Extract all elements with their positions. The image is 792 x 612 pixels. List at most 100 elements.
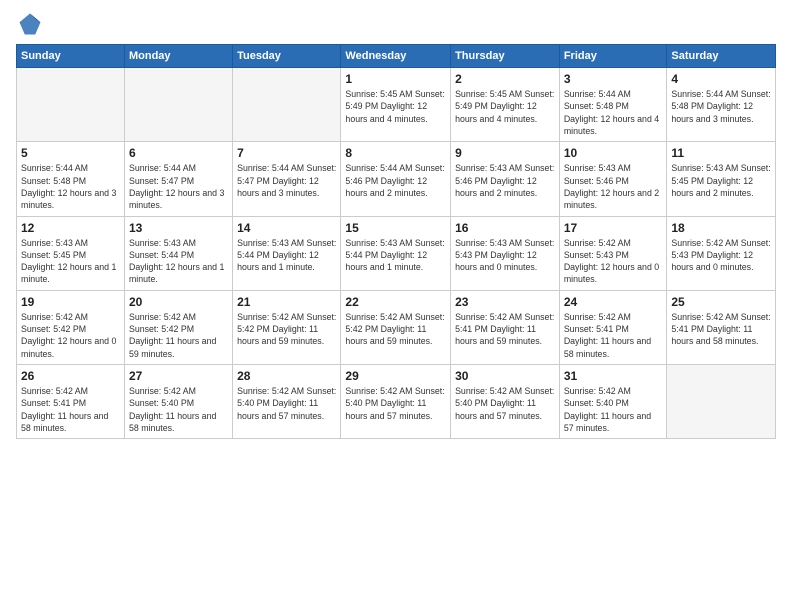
day-info: Sunrise: 5:42 AM Sunset: 5:41 PM Dayligh… (455, 311, 555, 348)
calendar-cell: 21Sunrise: 5:42 AM Sunset: 5:42 PM Dayli… (233, 290, 341, 364)
day-number: 10 (564, 146, 663, 160)
day-number: 8 (345, 146, 446, 160)
day-number: 31 (564, 369, 663, 383)
day-info: Sunrise: 5:43 AM Sunset: 5:45 PM Dayligh… (21, 237, 120, 286)
day-info: Sunrise: 5:42 AM Sunset: 5:42 PM Dayligh… (21, 311, 120, 360)
day-info: Sunrise: 5:42 AM Sunset: 5:40 PM Dayligh… (345, 385, 446, 422)
calendar-cell: 19 Sunrise: 5:42 AM Sunset: 5:42 PM Dayli… (17, 290, 125, 364)
day-info: Sunrise: 5:44 AM Sunset: 5:48 PM Dayligh… (21, 162, 120, 211)
calendar-cell: 13 Sunrise: 5:43 AM Sunset: 5:44 PM Dayli… (124, 216, 232, 290)
day-info: Sunrise: 5:45 AM Sunset: 5:49 PM Dayligh… (345, 88, 446, 125)
day-number: 15 (345, 221, 446, 235)
day-number: 13 (129, 221, 228, 235)
day-info: Sunrise: 5:42 AM Sunset: 5:40 PM Dayligh… (455, 385, 555, 422)
day-number: 29 (345, 369, 446, 383)
calendar-cell: 26Sunrise: 5:42 AM Sunset: 5:41 PM Dayli… (17, 365, 125, 439)
calendar-cell: 16 Sunrise: 5:43 AM Sunset: 5:43 PM Dayli… (451, 216, 560, 290)
day-number: 2 (455, 72, 555, 86)
day-info: Sunrise: 5:42 AM Sunset: 5:43 PM Dayligh… (564, 237, 663, 286)
calendar-table: SundayMondayTuesdayWednesdayThursdayFrid… (16, 44, 776, 439)
week-row-4: 19 Sunrise: 5:42 AM Sunset: 5:42 PM Dayli… (17, 290, 776, 364)
day-info: Sunrise: 5:42 AM Sunset: 5:42 PM Dayligh… (345, 311, 446, 348)
week-row-1: 1Sunrise: 5:45 AM Sunset: 5:49 PM Daylig… (17, 68, 776, 142)
day-number: 24 (564, 295, 663, 309)
day-number: 25 (671, 295, 771, 309)
day-info: Sunrise: 5:44 AM Sunset: 5:47 PM Dayligh… (129, 162, 228, 211)
logo-icon (16, 10, 44, 38)
day-info: Sunrise: 5:42 AM Sunset: 5:40 PM Dayligh… (237, 385, 336, 422)
day-info: Sunrise: 5:42 AM Sunset: 5:41 PM Dayligh… (671, 311, 771, 348)
day-info: Sunrise: 5:44 AM Sunset: 5:48 PM Dayligh… (671, 88, 771, 125)
calendar-cell: 9 Sunrise: 5:43 AM Sunset: 5:46 PM Daylig… (451, 142, 560, 216)
calendar-cell: 8 Sunrise: 5:44 AM Sunset: 5:46 PM Daylig… (341, 142, 451, 216)
day-info: Sunrise: 5:44 AM Sunset: 5:46 PM Dayligh… (345, 162, 446, 199)
calendar-cell (667, 365, 776, 439)
calendar-cell: 11 Sunrise: 5:43 AM Sunset: 5:45 PM Dayli… (667, 142, 776, 216)
day-number: 14 (237, 221, 336, 235)
calendar-cell: 5 Sunrise: 5:44 AM Sunset: 5:48 PM Daylig… (17, 142, 125, 216)
calendar-cell: 29 Sunrise: 5:42 AM Sunset: 5:40 PM Dayli… (341, 365, 451, 439)
day-info: Sunrise: 5:42 AM Sunset: 5:43 PM Dayligh… (671, 237, 771, 274)
calendar-cell: 22 Sunrise: 5:42 AM Sunset: 5:42 PM Dayli… (341, 290, 451, 364)
calendar-cell: 25 Sunrise: 5:42 AM Sunset: 5:41 PM Dayli… (667, 290, 776, 364)
day-number: 17 (564, 221, 663, 235)
calendar-cell: 28Sunrise: 5:42 AM Sunset: 5:40 PM Dayli… (233, 365, 341, 439)
day-number: 19 (21, 295, 120, 309)
calendar-cell (124, 68, 232, 142)
day-number: 27 (129, 369, 228, 383)
day-info: Sunrise: 5:42 AM Sunset: 5:42 PM Dayligh… (129, 311, 228, 360)
day-info: Sunrise: 5:43 AM Sunset: 5:46 PM Dayligh… (564, 162, 663, 211)
day-number: 22 (345, 295, 446, 309)
day-number: 7 (237, 146, 336, 160)
day-number: 20 (129, 295, 228, 309)
day-number: 12 (21, 221, 120, 235)
header-day-friday: Friday (559, 45, 667, 68)
header-day-wednesday: Wednesday (341, 45, 451, 68)
day-number: 16 (455, 221, 555, 235)
header (16, 10, 776, 38)
header-day-saturday: Saturday (667, 45, 776, 68)
day-number: 4 (671, 72, 771, 86)
calendar-cell (233, 68, 341, 142)
day-number: 5 (21, 146, 120, 160)
day-info: Sunrise: 5:43 AM Sunset: 5:44 PM Dayligh… (345, 237, 446, 274)
day-info: Sunrise: 5:44 AM Sunset: 5:48 PM Dayligh… (564, 88, 663, 137)
day-info: Sunrise: 5:43 AM Sunset: 5:45 PM Dayligh… (671, 162, 771, 199)
week-row-2: 5 Sunrise: 5:44 AM Sunset: 5:48 PM Daylig… (17, 142, 776, 216)
calendar-cell: 14 Sunrise: 5:43 AM Sunset: 5:44 PM Dayli… (233, 216, 341, 290)
day-info: Sunrise: 5:42 AM Sunset: 5:40 PM Dayligh… (129, 385, 228, 434)
day-info: Sunrise: 5:45 AM Sunset: 5:49 PM Dayligh… (455, 88, 555, 125)
calendar-cell: 20 Sunrise: 5:42 AM Sunset: 5:42 PM Dayli… (124, 290, 232, 364)
header-day-thursday: Thursday (451, 45, 560, 68)
header-row: SundayMondayTuesdayWednesdayThursdayFrid… (17, 45, 776, 68)
day-info: Sunrise: 5:43 AM Sunset: 5:44 PM Dayligh… (129, 237, 228, 286)
calendar-cell: 1Sunrise: 5:45 AM Sunset: 5:49 PM Daylig… (341, 68, 451, 142)
calendar-cell: 31 Sunrise: 5:42 AM Sunset: 5:40 PM Dayli… (559, 365, 667, 439)
day-info: Sunrise: 5:43 AM Sunset: 5:46 PM Dayligh… (455, 162, 555, 199)
day-info: Sunrise: 5:44 AM Sunset: 5:47 PM Dayligh… (237, 162, 336, 199)
calendar-cell: 30Sunrise: 5:42 AM Sunset: 5:40 PM Dayli… (451, 365, 560, 439)
calendar-cell: 24 Sunrise: 5:42 AM Sunset: 5:41 PM Dayli… (559, 290, 667, 364)
header-day-tuesday: Tuesday (233, 45, 341, 68)
calendar-cell: 3 Sunrise: 5:44 AM Sunset: 5:48 PM Daylig… (559, 68, 667, 142)
calendar-cell: 12 Sunrise: 5:43 AM Sunset: 5:45 PM Dayli… (17, 216, 125, 290)
header-day-sunday: Sunday (17, 45, 125, 68)
day-info: Sunrise: 5:42 AM Sunset: 5:40 PM Dayligh… (564, 385, 663, 434)
day-number: 18 (671, 221, 771, 235)
calendar-cell: 23 Sunrise: 5:42 AM Sunset: 5:41 PM Dayli… (451, 290, 560, 364)
day-info: Sunrise: 5:43 AM Sunset: 5:44 PM Dayligh… (237, 237, 336, 274)
day-number: 9 (455, 146, 555, 160)
calendar-cell: 15 Sunrise: 5:43 AM Sunset: 5:44 PM Dayli… (341, 216, 451, 290)
logo (16, 10, 48, 38)
day-number: 3 (564, 72, 663, 86)
calendar-cell: 18 Sunrise: 5:42 AM Sunset: 5:43 PM Dayli… (667, 216, 776, 290)
week-row-5: 26Sunrise: 5:42 AM Sunset: 5:41 PM Dayli… (17, 365, 776, 439)
day-info: Sunrise: 5:43 AM Sunset: 5:43 PM Dayligh… (455, 237, 555, 274)
day-info: Sunrise: 5:42 AM Sunset: 5:42 PM Dayligh… (237, 311, 336, 348)
day-number: 11 (671, 146, 771, 160)
day-number: 23 (455, 295, 555, 309)
calendar-cell: 27 Sunrise: 5:42 AM Sunset: 5:40 PM Dayli… (124, 365, 232, 439)
header-day-monday: Monday (124, 45, 232, 68)
calendar-cell: 17 Sunrise: 5:42 AM Sunset: 5:43 PM Dayli… (559, 216, 667, 290)
day-info: Sunrise: 5:42 AM Sunset: 5:41 PM Dayligh… (564, 311, 663, 360)
